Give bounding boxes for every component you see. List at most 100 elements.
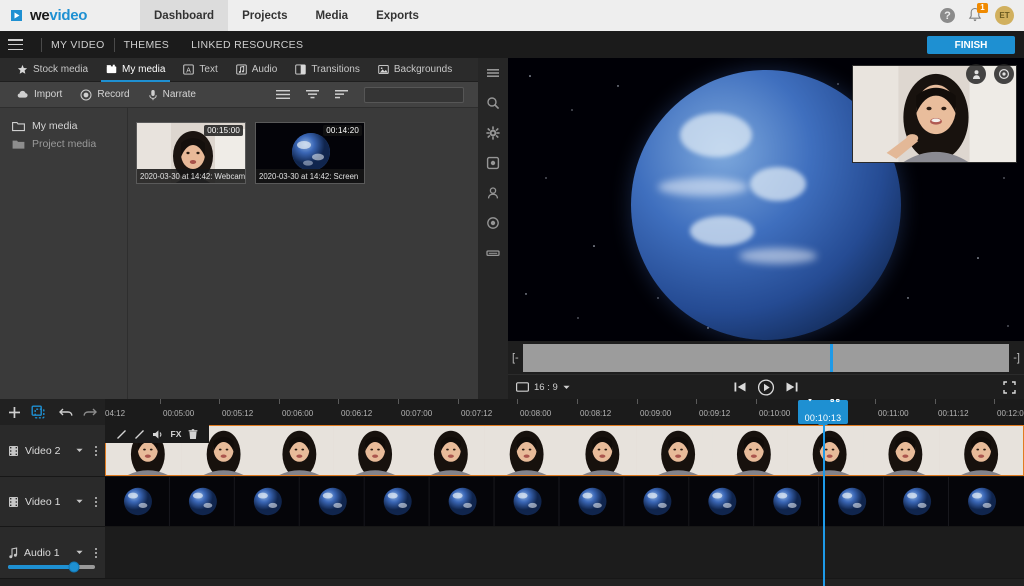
top-navigation-bar: wevideo Dashboard Projects Media Exports… [0, 0, 1024, 31]
topnav-item-media[interactable]: Media [301, 0, 362, 31]
scrubber-playhead[interactable] [830, 344, 833, 372]
preview-panel: [- -] 16 : 9 [478, 58, 1024, 399]
trim-in-icon[interactable]: [- [512, 352, 519, 364]
timeline-playhead-badge[interactable]: 00:10:13 [798, 400, 848, 424]
action-label: Record [97, 89, 129, 100]
record-circle-icon [80, 89, 92, 101]
track-body-video-1[interactable] [105, 477, 1024, 526]
folder-project-media[interactable]: Project media [0, 135, 127, 153]
track-header-audio-1[interactable]: Audio 1 [0, 527, 105, 578]
divider [41, 38, 42, 52]
chevron-down-icon[interactable] [76, 448, 83, 453]
wevideo-logo[interactable]: wevideo [0, 0, 140, 31]
filter-icon[interactable] [306, 89, 319, 100]
add-track-button[interactable] [8, 406, 21, 419]
folder-filled-icon [12, 139, 25, 150]
hamburger-menu-icon[interactable] [8, 39, 23, 50]
import-button[interactable]: Import [8, 89, 71, 100]
clip-toolbar: FX [105, 425, 209, 443]
help-icon[interactable]: ? [940, 8, 955, 23]
clip-screen[interactable] [105, 477, 1024, 526]
track-header-video-1[interactable]: Video 1 [0, 477, 105, 526]
search-input-wrapper[interactable] [364, 87, 464, 103]
track-header-video-2[interactable]: Video 2 [0, 425, 105, 476]
timeline-ruler[interactable]: 04:1200:05:0000:05:1200:06:0000:06:1200:… [105, 399, 1024, 425]
ruler-tick-label: 00:11:12 [938, 409, 969, 418]
fullscreen-icon[interactable] [1003, 381, 1016, 394]
picture-in-picture-webcam[interactable] [852, 65, 1017, 163]
ruler-tick-label: 04:12 [105, 409, 125, 418]
trim-out-icon[interactable]: -] [1013, 352, 1020, 364]
topnav-item-exports[interactable]: Exports [362, 0, 433, 31]
folder-my-media[interactable]: My media [0, 117, 127, 135]
aspect-ratio-selector[interactable]: 16 : 9 [516, 382, 570, 393]
track-options-button[interactable] [95, 497, 97, 507]
avatar[interactable]: ET [995, 6, 1014, 25]
tab-transitions[interactable]: Transitions [286, 58, 369, 82]
settings-gear-icon[interactable] [486, 126, 500, 140]
color-adjust-icon[interactable] [486, 216, 500, 230]
tab-my-media[interactable]: My media [97, 58, 174, 82]
tab-text[interactable]: A Text [174, 58, 226, 82]
linked-resources-tab[interactable]: LINKED RESOURCES [191, 39, 303, 51]
skip-previous-button[interactable] [734, 381, 747, 393]
undo-button[interactable] [59, 406, 73, 418]
media-folder-list: My media Project media [0, 108, 128, 399]
target-overlay-button[interactable] [994, 64, 1014, 84]
divider [114, 38, 115, 52]
finish-button[interactable]: FINISH [927, 36, 1015, 54]
delete-clip-button[interactable] [188, 429, 198, 440]
preview-stage[interactable] [508, 58, 1024, 341]
list-view-icon[interactable] [276, 89, 290, 100]
ruler-tickmark [875, 399, 876, 404]
track-body-audio-1[interactable] [105, 527, 1024, 578]
skip-next-button[interactable] [786, 381, 799, 393]
scrubber-track[interactable] [523, 344, 1010, 372]
sort-icon[interactable] [335, 89, 348, 100]
playback-controls [734, 379, 799, 396]
menu-icon[interactable] [486, 66, 500, 80]
redo-button[interactable] [83, 406, 97, 418]
topnav-item-dashboard[interactable]: Dashboard [140, 0, 228, 31]
scissors-icon[interactable] [830, 399, 840, 402]
volume-knob[interactable] [69, 562, 80, 573]
chevron-down-icon[interactable] [76, 499, 83, 504]
fade-out-button[interactable] [134, 429, 145, 440]
record-button[interactable]: Record [71, 89, 138, 101]
ruler-tickmark [935, 399, 936, 404]
project-name-label[interactable]: MY VIDEO [51, 39, 105, 51]
media-title: 2020-03-30 at 14:42: Webcam [137, 169, 245, 183]
narrate-button[interactable]: Narrate [139, 89, 205, 101]
volume-slider[interactable] [8, 565, 95, 569]
search-zoom-icon[interactable] [486, 96, 500, 110]
crop-icon[interactable] [486, 156, 500, 170]
caption-bar-icon[interactable] [486, 246, 500, 260]
tab-stock-media[interactable]: Stock media [8, 58, 97, 82]
media-item-screen[interactable]: 00:14:20 2020-03-30 at 14:42: Screen [255, 122, 365, 184]
track-options-button[interactable] [95, 446, 97, 456]
ruler-tick-label: 00:08:12 [580, 409, 611, 418]
folder-label: Project media [32, 138, 96, 150]
duplicate-button[interactable] [31, 405, 45, 419]
volume-button[interactable] [152, 429, 164, 440]
ruler-tick-label: 00:11:00 [878, 409, 909, 418]
topnav-item-projects[interactable]: Projects [228, 0, 301, 31]
themes-tab[interactable]: THEMES [124, 39, 170, 51]
track-body-video-2[interactable]: FX [105, 425, 1024, 476]
tab-audio[interactable]: Audio [227, 58, 287, 82]
clip-webcam[interactable] [105, 425, 1024, 476]
microphone-icon [148, 89, 158, 101]
tab-backgrounds[interactable]: Backgrounds [369, 58, 461, 82]
person-icon[interactable] [486, 186, 500, 200]
person-overlay-button[interactable] [966, 64, 986, 84]
fx-button[interactable]: FX [171, 429, 182, 439]
marker-pin-icon[interactable] [806, 399, 814, 402]
media-item-webcam[interactable]: 00:15:00 2020-03-30 at 14:42: Webcam [136, 122, 246, 184]
search-input[interactable] [369, 90, 486, 100]
fade-in-button[interactable] [116, 429, 127, 440]
track-options-button[interactable] [95, 548, 97, 558]
ruler-tickmark [219, 399, 220, 404]
chevron-down-icon[interactable] [76, 550, 83, 555]
play-button[interactable] [758, 379, 775, 396]
notifications-bell[interactable]: 1 [967, 7, 983, 24]
